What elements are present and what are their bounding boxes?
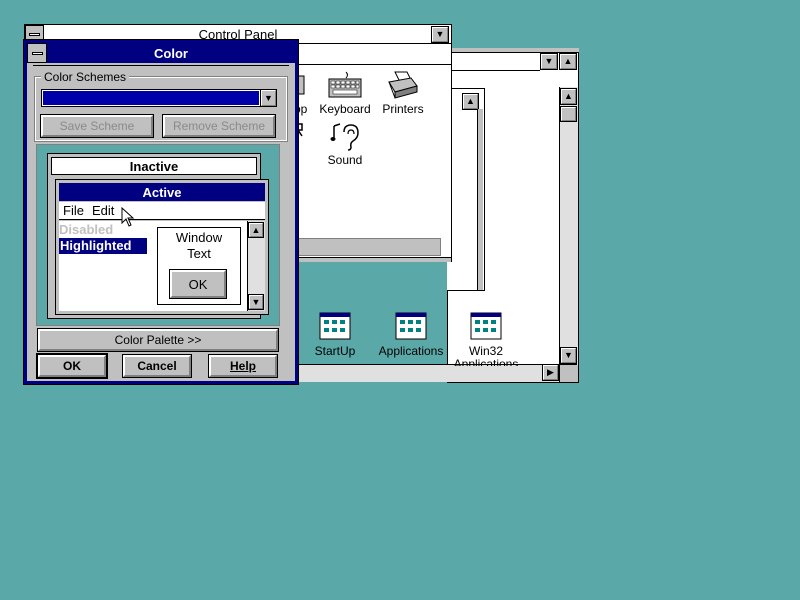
mouse-cursor-icon	[121, 206, 135, 229]
dialog-frame-line	[33, 65, 289, 66]
preview-ok-button: OK	[169, 269, 227, 299]
color-preview-area[interactable]: Inactive Active File Edit Disabled Highl…	[36, 144, 280, 326]
dialog-title: Color	[154, 45, 188, 61]
printer-icon[interactable]	[387, 70, 419, 100]
ok-button[interactable]: OK	[36, 353, 108, 379]
program-group-icon[interactable]	[319, 312, 351, 340]
selected-scheme	[43, 91, 259, 105]
group-label-startup[interactable]: StartUp	[305, 344, 365, 358]
preview-highlighted-text: Highlighted	[59, 238, 147, 254]
maximize-button[interactable]: ▲	[559, 53, 577, 70]
preview-inactive-titlebar: Inactive	[51, 157, 257, 175]
cancel-button[interactable]: Cancel	[122, 354, 192, 378]
minimize-button[interactable]: ▼	[431, 26, 449, 43]
save-scheme-button[interactable]: Save Scheme	[40, 114, 154, 138]
icon-label-printers[interactable]: Printers	[378, 102, 428, 116]
dropdown-arrow-icon[interactable]: ▼	[260, 89, 277, 107]
color-schemes-label: Color Schemes	[41, 70, 130, 84]
minimize-button[interactable]: ▼	[540, 53, 558, 70]
preview-menu-file: File	[63, 203, 84, 218]
color-palette-button[interactable]: Color Palette >>	[37, 328, 279, 352]
program-group-icon[interactable]	[470, 312, 502, 340]
program-manager-menubar	[448, 53, 540, 71]
help-button[interactable]: Help	[208, 354, 278, 378]
horizontal-scrollbar[interactable]	[298, 364, 577, 382]
keyboard-icon[interactable]	[328, 70, 362, 100]
preview-menu-edit: Edit	[91, 203, 115, 218]
preview-scroll-down: ▼	[248, 294, 264, 310]
preview-active-titlebar: Active	[59, 183, 265, 201]
remove-scheme-button[interactable]: Remove Scheme	[162, 114, 276, 138]
program-group-icon[interactable]	[395, 312, 427, 340]
preview-client-area: Disabled Highlighted Window Text OK	[59, 221, 247, 311]
icon-label-keyboard[interactable]: Keyboard	[316, 102, 374, 116]
group-label-win32-line2[interactable]: Applications	[450, 357, 522, 366]
preview-window-text-2: Text	[187, 246, 211, 261]
status-bar	[295, 238, 441, 256]
group-maximize-button[interactable]: ▲	[462, 93, 479, 110]
group-label-win32[interactable]: Win32	[455, 344, 517, 358]
preview-disabled-text: Disabled	[59, 222, 114, 237]
preview-message-box: Window Text OK	[156, 226, 242, 306]
icon-label-sound[interactable]: Sound	[322, 153, 368, 167]
sound-icon[interactable]	[330, 122, 360, 152]
scroll-corner	[559, 365, 578, 382]
preview-scroll-up: ▲	[248, 222, 264, 238]
group-frame	[477, 109, 483, 290]
color-dialog-titlebar[interactable]: Color	[27, 43, 295, 63]
group-window: ▲	[447, 88, 485, 291]
preview-active-window: Active File Edit Disabled Highlighted Wi…	[55, 179, 269, 315]
scroll-up-arrow[interactable]: ▲	[560, 88, 577, 105]
vertical-scrollbar[interactable]	[559, 87, 578, 366]
scroll-down-arrow[interactable]: ▼	[560, 347, 577, 364]
scroll-right-arrow[interactable]: ▶	[542, 364, 559, 381]
group-label-applications[interactable]: Applications	[376, 344, 446, 358]
color-schemes-dropdown[interactable]: ▼	[41, 89, 277, 107]
preview-window-text-1: Window	[175, 230, 223, 245]
scroll-thumb[interactable]	[560, 106, 577, 122]
system-menu-box[interactable]	[27, 43, 47, 63]
preview-menubar: File Edit	[59, 202, 265, 220]
color-dialog: Color Color Schemes ▼ Save Scheme Remove…	[23, 39, 299, 385]
